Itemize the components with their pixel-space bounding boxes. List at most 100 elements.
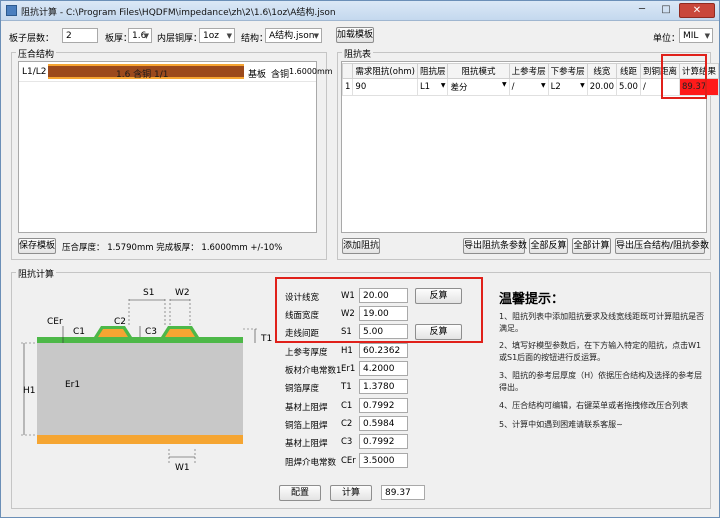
tip-item-2: 2、填写好模型参数后，在下方输入特定的阻抗，点击W1或S1后面的按钮进行反运算。 xyxy=(499,340,709,364)
all-reverse-button[interactable]: 全部反算 xyxy=(529,238,568,254)
right-trace-shape xyxy=(165,329,195,337)
load-template-button[interactable]: 加载模板 xyxy=(336,27,374,43)
all-calc-button[interactable]: 全部计算 xyxy=(572,238,611,254)
cell-layer-value: L1 xyxy=(420,82,430,92)
col-required[interactable]: 需求阻抗(ohm) xyxy=(353,64,418,79)
col-space[interactable]: 线距 xyxy=(617,64,641,79)
param-label: 铜箔厚度 xyxy=(285,382,319,394)
cell-required[interactable]: 90 xyxy=(353,79,418,96)
param-label: 基材上阻焊 xyxy=(285,437,328,449)
window-title: 阻抗计算 - C:\Program Files\HQDFM\impedance\… xyxy=(21,5,336,18)
cell-layer[interactable]: L1 ▼ xyxy=(417,79,448,96)
cell-bottom-ref[interactable]: L2 ▼ xyxy=(548,79,587,96)
cell-top-ref[interactable]: / ▼ xyxy=(509,79,548,96)
structure-value: A结构.json xyxy=(269,31,314,41)
structure-select[interactable]: A结构.json▼ xyxy=(265,28,322,43)
layers-label: 板子层数： xyxy=(9,31,54,44)
cell-space[interactable]: 5.00 xyxy=(617,79,641,96)
export-stack-button[interactable]: 导出压合结构/阻抗参数 xyxy=(615,238,705,254)
impedance-group-title: 阻抗表 xyxy=(342,47,373,60)
unit-select[interactable]: MIL ▼ xyxy=(679,28,713,43)
chevron-down-icon: ▼ xyxy=(705,30,710,42)
col-bottom-ref[interactable]: 下参考层 xyxy=(548,64,587,79)
tip-item-3: 3、阻抗的参考层厚度（H）依据压合结构及选择的参考层得出。 xyxy=(499,370,709,394)
inner-copper-select[interactable]: 1oz▼ xyxy=(199,28,235,43)
cell-mode[interactable]: 差分 ▼ xyxy=(448,79,509,96)
chevron-down-icon: ▼ xyxy=(314,30,319,42)
config-button[interactable]: 配置 xyxy=(279,485,321,501)
tip-item-1: 1、阻抗列表中添加阻抗要求及线宽线距既可计算阻抗是否满足。 xyxy=(499,311,709,335)
compute-result-field[interactable]: 89.37 xyxy=(381,485,425,500)
tips-title: 温馨提示： xyxy=(499,288,564,307)
col-index xyxy=(343,64,353,79)
param-symbol: C2 xyxy=(341,419,352,429)
chevron-down-icon: ▼ xyxy=(541,82,546,89)
param-symbol: C1 xyxy=(341,401,352,411)
cell-bottom-ref-value: L2 xyxy=(551,82,561,92)
left-trace-shape xyxy=(98,329,128,337)
stackup-diagram: S1 W2 CEr C1 C2 C3 T1 H1 Er1 W1 xyxy=(19,281,277,476)
reference-copper-shape xyxy=(37,435,243,444)
param-input[interactable]: 0.7992 xyxy=(359,398,408,413)
param-input[interactable]: 60.2362 xyxy=(359,343,408,358)
param-input[interactable]: 4.2000 xyxy=(359,361,408,376)
cell-mode-value: 差分 xyxy=(450,83,467,93)
export-params-button[interactable]: 导出阻抗条参数 xyxy=(463,238,525,254)
unit-value: MIL xyxy=(683,31,698,41)
cell-width[interactable]: 20.00 xyxy=(587,79,616,96)
chevron-down-icon: ▼ xyxy=(441,82,446,89)
param-label: 铜箔上阻焊 xyxy=(285,419,328,431)
app-icon xyxy=(6,5,17,16)
param-symbol: H1 xyxy=(341,346,353,356)
minimize-button[interactable]: ─ xyxy=(631,3,653,18)
save-template-button[interactable]: 保存模板 xyxy=(18,238,56,254)
col-layer[interactable]: 阻抗层 xyxy=(417,64,448,79)
col-top-ref[interactable]: 上参考层 xyxy=(509,64,548,79)
chevron-down-icon: ▼ xyxy=(144,30,149,42)
param-input[interactable]: 3.5000 xyxy=(359,453,408,468)
label-c3: C3 xyxy=(145,327,157,337)
stack-list[interactable]: L1/L2 1.6 含铜 1/1 基板 含铜 1.6000mm xyxy=(18,61,317,233)
inner-copper-label: 内层铜厚： xyxy=(157,31,202,44)
param-symbol: C3 xyxy=(341,437,352,447)
title-bar[interactable]: 阻抗计算 - C:\Program Files\HQDFM\impedance\… xyxy=(1,1,719,21)
stack-bar[interactable]: 1.6 含铜 1/1 xyxy=(48,64,244,79)
cell-top-ref-value: / xyxy=(512,82,515,92)
param-label: 板材介电常数1 xyxy=(285,364,341,376)
maximize-button[interactable]: □ xyxy=(655,3,677,18)
col-mode[interactable]: 阻抗模式 xyxy=(448,64,509,79)
stack-layer: L1/L2 xyxy=(22,67,47,77)
label-c2: C2 xyxy=(114,317,126,327)
add-impedance-button[interactable]: 添加阻抗 xyxy=(342,238,380,254)
calc-group-title: 阻抗计算 xyxy=(16,267,56,280)
label-er1: Er1 xyxy=(65,380,80,390)
label-c1: C1 xyxy=(73,327,85,337)
params-highlight-box xyxy=(275,277,483,343)
param-input[interactable]: 0.7992 xyxy=(359,434,408,449)
tip-item-5: 5、计算中如遇到困难请联系客服~ xyxy=(499,419,709,431)
press-thickness-text: 压合厚度： 1.5790mm 完成板厚： 1.6000mm +/-10% xyxy=(62,241,282,253)
stack-bar-label: 1.6 含铜 1/1 xyxy=(116,67,169,80)
param-symbol: T1 xyxy=(341,382,352,392)
param-symbol: CEr xyxy=(341,456,356,466)
param-input[interactable]: 1.3780 xyxy=(359,379,408,394)
param-label: 上参考厚度 xyxy=(285,346,328,358)
col-width[interactable]: 线宽 xyxy=(587,64,616,79)
layers-input[interactable]: 2 xyxy=(62,28,98,43)
structure-label: 结构： xyxy=(241,31,268,44)
chevron-down-icon: ▼ xyxy=(580,82,585,89)
param-label: 阻焊介电常数 xyxy=(285,456,336,468)
param-input[interactable]: 0.5984 xyxy=(359,416,408,431)
chevron-down-icon: ▼ xyxy=(502,81,507,88)
compute-button[interactable]: 计算 xyxy=(330,485,372,501)
label-s1: S1 xyxy=(143,288,154,298)
label-w1: W1 xyxy=(175,463,190,473)
chevron-down-icon: ▼ xyxy=(227,30,232,42)
unit-label: 单位： xyxy=(653,31,680,44)
stack-row[interactable]: L1/L2 1.6 含铜 1/1 基板 含铜 1.6000mm xyxy=(19,62,316,82)
thickness-select[interactable]: 1.6▼ xyxy=(128,28,152,43)
stack-group-title: 压合结构 xyxy=(16,47,56,60)
close-button[interactable]: ✕ xyxy=(679,3,715,18)
app-window: 阻抗计算 - C:\Program Files\HQDFM\impedance\… xyxy=(0,0,720,518)
result-highlight-box xyxy=(661,54,707,99)
